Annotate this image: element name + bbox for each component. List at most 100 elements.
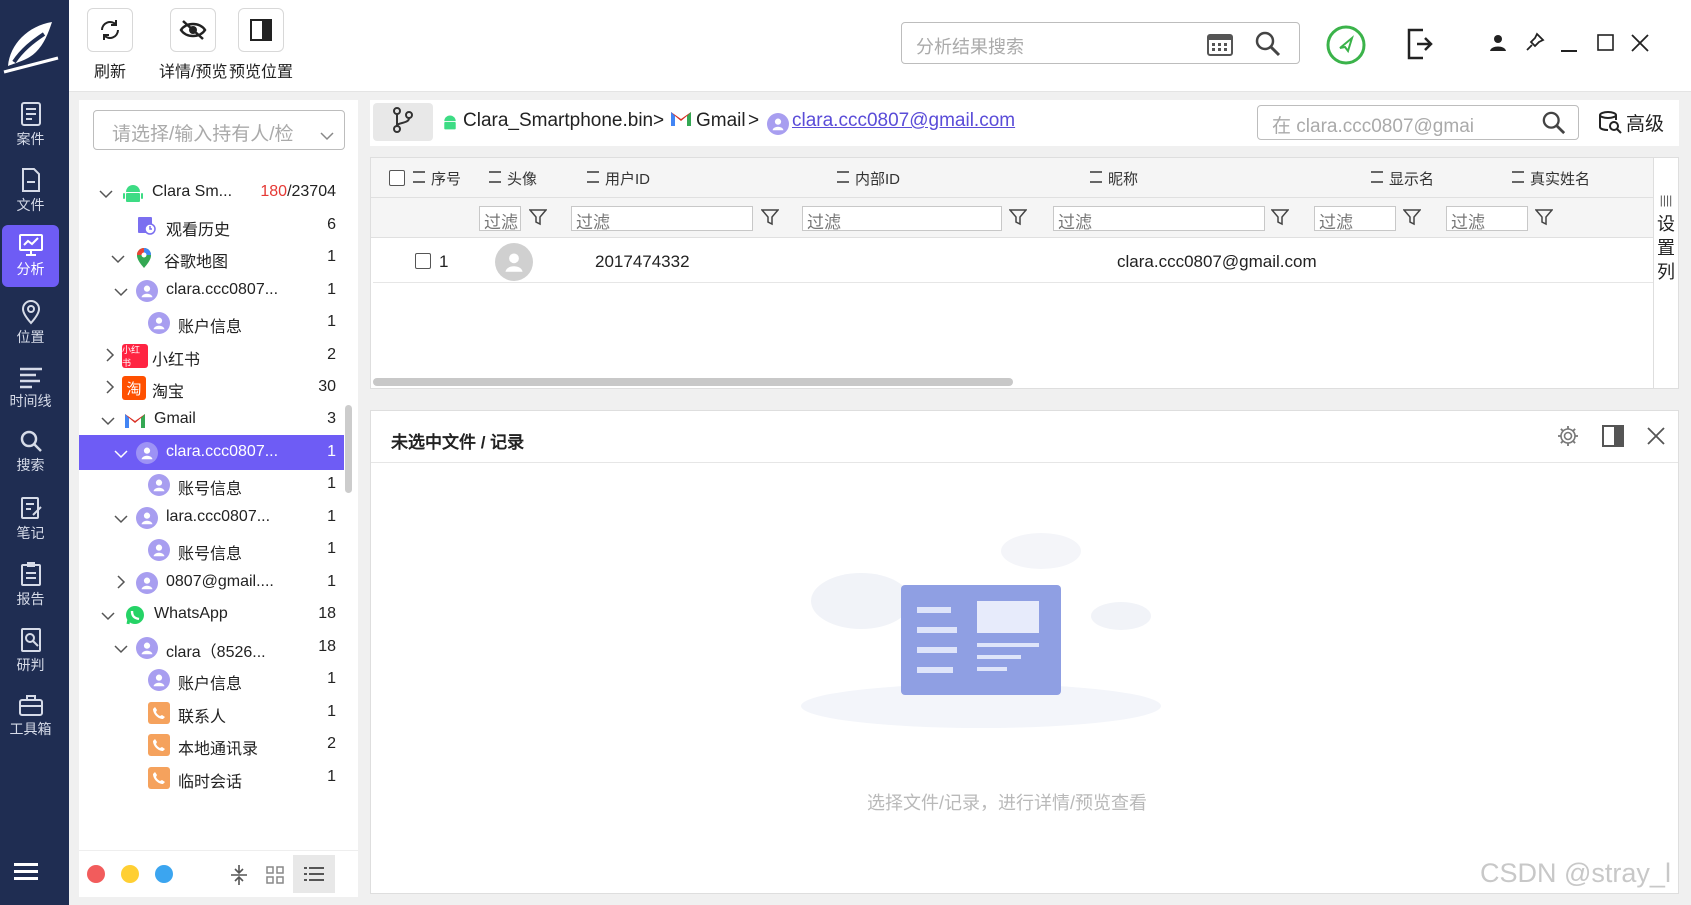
minimize-icon[interactable] (1561, 40, 1577, 58)
column-filter-input[interactable]: 过滤 (1053, 206, 1265, 231)
tree-item-count: 1 (327, 573, 336, 590)
chevron-down-icon[interactable] (101, 413, 115, 431)
chevron-down-icon[interactable] (99, 186, 113, 204)
tree-item[interactable]: 观看历史 6 (79, 208, 344, 243)
tree-item[interactable]: 淘淘宝 30 (79, 370, 344, 405)
blue-tag-icon[interactable] (155, 865, 173, 883)
column-filter-input[interactable]: 过滤 (571, 206, 753, 231)
breadcrumb-account[interactable]: clara.ccc0807@gmail.com (792, 110, 1015, 132)
grid-view-icon[interactable] (265, 865, 285, 890)
tree-item[interactable]: 小红书 小红书 2 (79, 338, 344, 373)
column-filter-input[interactable]: 过滤 (479, 206, 521, 231)
export-icon[interactable] (1405, 28, 1433, 65)
tree-item[interactable]: 账号信息 1 (79, 467, 344, 502)
chevron-down-icon[interactable] (114, 284, 128, 302)
nav-item-search[interactable]: 搜索 (2, 421, 59, 483)
red-tag-icon[interactable] (87, 865, 105, 883)
tree-root-device[interactable]: Clara Sm... 180/23704 (79, 175, 344, 210)
filter-icon[interactable] (528, 208, 548, 231)
tree-item[interactable]: clara.ccc0807... 1 (79, 273, 344, 308)
branch-button[interactable] (373, 103, 433, 141)
chevron-down-icon[interactable] (114, 446, 128, 464)
tree-item[interactable]: lara.ccc0807... 1 (79, 500, 344, 535)
nav-item-timeline[interactable]: 时间线 (2, 357, 59, 419)
breadcrumb-device[interactable]: Clara_Smartphone.bin (463, 110, 653, 132)
nav-item-toolbox[interactable]: 工具箱 (2, 685, 59, 747)
tree-item[interactable]: 谷歌地图 1 (79, 240, 344, 275)
phone-icon (148, 702, 170, 724)
tree-scrollbar[interactable] (345, 405, 352, 493)
calendar-icon[interactable] (1207, 32, 1233, 61)
chevron-right-icon[interactable] (106, 348, 115, 367)
chevron-down-icon[interactable] (114, 511, 128, 529)
tree-item[interactable]: 账户信息 1 (79, 305, 344, 340)
search-icon[interactable] (1542, 111, 1566, 139)
breadcrumb-gmail[interactable]: Gmail (696, 110, 746, 132)
filter-icon[interactable] (1270, 208, 1290, 231)
column-filter-input[interactable]: 过滤 (802, 206, 1002, 231)
list-view-icon[interactable] (293, 855, 335, 893)
nav-item-report[interactable]: 报告 (2, 553, 59, 615)
filter-icon[interactable] (1008, 208, 1028, 231)
column-header-internal-id[interactable]: 内部ID (837, 168, 900, 189)
nav-item-judge[interactable]: 研判 (2, 619, 59, 681)
nav-item-file[interactable]: 文件 (2, 159, 59, 221)
gear-icon[interactable] (1557, 425, 1579, 452)
close-icon[interactable] (1647, 427, 1665, 450)
chevron-down-icon[interactable] (111, 251, 125, 269)
tree-item[interactable]: 账号信息 1 (79, 532, 344, 567)
set-columns-button[interactable]: |||| 设置列 (1653, 158, 1678, 388)
user-icon[interactable] (1489, 34, 1507, 57)
column-filter-input[interactable]: 过滤 (1446, 206, 1528, 231)
search-icon[interactable] (1255, 31, 1281, 62)
tree-item[interactable]: 账户信息 1 (79, 662, 344, 697)
chevron-down-icon[interactable] (101, 608, 115, 626)
close-window-icon[interactable] (1631, 34, 1649, 57)
yellow-tag-icon[interactable] (121, 865, 139, 883)
tree-item[interactable]: clara.ccc0807... 1 (79, 435, 344, 470)
chevron-right-icon[interactable] (117, 575, 126, 594)
detail-preview-button[interactable]: 详情/预览 (159, 8, 227, 82)
column-header-real-name[interactable]: 真实姓名 (1512, 168, 1590, 189)
tree-item-label: 小红书 (152, 352, 201, 369)
nav-item-note[interactable]: 笔记 (2, 487, 59, 549)
tree-item[interactable]: 联系人 1 (79, 695, 344, 730)
tree-item-count: 30 (318, 378, 336, 395)
tree-item[interactable]: 0807@gmail.... 1 (79, 565, 344, 600)
advanced-search-button[interactable]: 高级 (1598, 109, 1664, 140)
collapse-all-icon[interactable] (229, 863, 249, 892)
menu-icon[interactable] (14, 862, 42, 887)
chevron-right-icon[interactable] (106, 380, 115, 399)
tree-item[interactable]: 本地通讯录 2 (79, 727, 344, 762)
split-panel-icon[interactable] (1602, 425, 1624, 452)
filter-icon[interactable] (1402, 208, 1422, 231)
row-checkbox[interactable] (415, 253, 431, 269)
chevron-down-icon[interactable] (114, 641, 128, 659)
scoped-search-input[interactable]: 在 clara.ccc0807@gmai (1257, 105, 1579, 140)
tree-item[interactable]: WhatsApp 18 (79, 597, 344, 632)
column-header-index[interactable]: 序号 (413, 168, 461, 189)
tree-item[interactable]: 临时会话 1 (79, 760, 344, 795)
pin-icon[interactable] (1525, 32, 1545, 57)
maximize-icon[interactable] (1597, 34, 1614, 56)
column-header-user-id[interactable]: 用户ID (587, 168, 650, 189)
nav-item-case[interactable]: 案件 (2, 93, 59, 155)
preview-position-button[interactable]: 预览位置 (229, 8, 293, 82)
column-header-avatar[interactable]: 头像 (489, 168, 537, 189)
table-horizontal-scrollbar[interactable] (373, 378, 1013, 386)
filter-icon[interactable] (760, 208, 780, 231)
nav-item-location[interactable]: 位置 (2, 291, 59, 353)
column-filter-input[interactable]: 过滤 (1314, 206, 1396, 231)
refresh-button[interactable]: 刷新 (87, 8, 133, 82)
tree-item[interactable]: Gmail 3 (79, 402, 344, 437)
analysis-search-input[interactable]: 分析结果搜索 (901, 22, 1300, 64)
column-header-display-name[interactable]: 显示名 (1371, 168, 1434, 189)
nav-item-analysis[interactable]: 分析 (2, 225, 59, 287)
holder-select-input[interactable]: 请选择/输入持有人/检 (93, 110, 345, 150)
filter-icon[interactable] (1534, 208, 1554, 231)
tree-item[interactable]: clara（8526... 18 (79, 630, 344, 665)
status-indicator-icon[interactable] (1325, 24, 1367, 71)
table-row[interactable]: 1 2017474332 clara.ccc0807@gmail.com (373, 240, 1653, 283)
select-all-checkbox[interactable] (389, 170, 405, 186)
column-header-nickname[interactable]: 昵称 (1090, 168, 1138, 189)
